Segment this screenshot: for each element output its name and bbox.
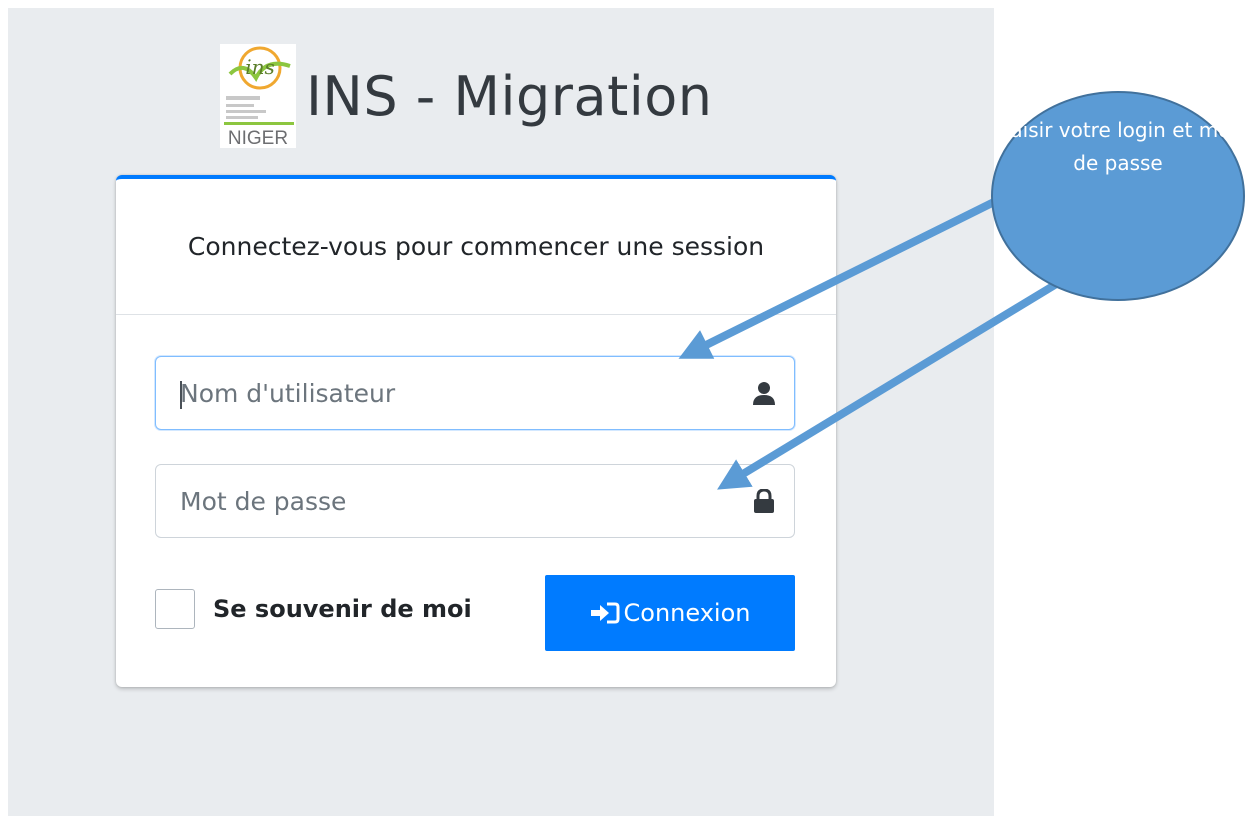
text-cursor [180,381,182,409]
user-icon [734,357,794,429]
login-logo[interactable]: ins NIGER INS - Migration [220,44,713,149]
svg-text:ins: ins [245,55,275,79]
sign-in-icon [590,602,619,624]
login-button[interactable]: Connexion [545,575,795,651]
callout-text: Saisir votre login et mot de passe [997,118,1239,175]
username-input[interactable] [156,357,734,429]
username-input-group [155,356,795,430]
brand-title: INS - Migration [306,64,713,128]
remember-checkbox[interactable] [155,589,195,629]
svg-text:NIGER: NIGER [228,128,288,148]
password-input[interactable] [156,465,734,537]
ins-logo: ins NIGER [220,44,296,149]
login-card: Connectez-vous pour commencer une sessio… [116,175,836,687]
login-box-message: Connectez-vous pour commencer une sessio… [187,231,765,261]
remember-label: Se souvenir de moi [213,595,472,623]
lock-icon [734,465,794,537]
card-header: Connectez-vous pour commencer une sessio… [116,179,836,315]
login-button-label: Connexion [623,599,751,627]
password-input-group [155,464,795,538]
page: ins NIGER INS - Migration Connectez-vous… [0,0,1250,816]
remember-me[interactable]: Se souvenir de moi [155,589,472,629]
